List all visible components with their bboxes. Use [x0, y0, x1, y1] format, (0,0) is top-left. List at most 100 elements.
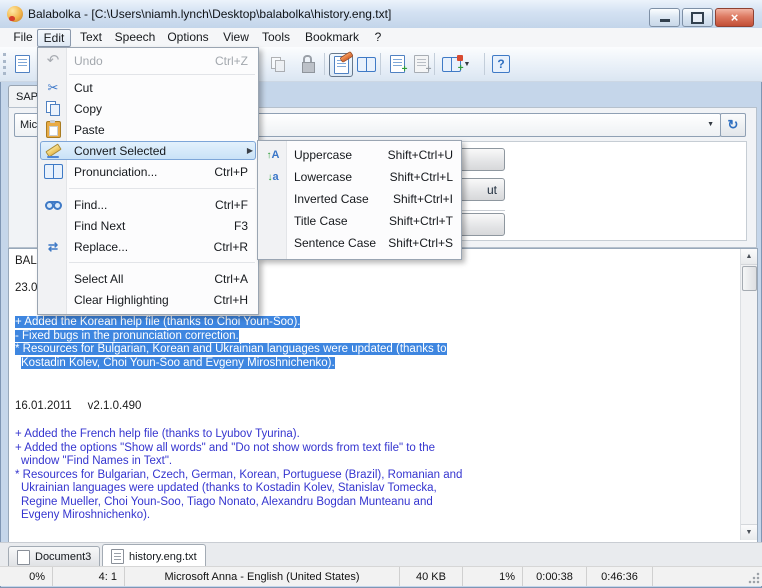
maximize-icon — [691, 12, 704, 24]
blank-document-icon — [17, 550, 30, 565]
menu-item-sentence-case[interactable]: Sentence Case Shift+Ctrl+S — [258, 232, 461, 254]
scroll-up-button[interactable]: ▲ — [741, 249, 757, 265]
toolbar-separator — [434, 53, 435, 75]
minimize-button[interactable] — [649, 8, 680, 27]
lock-icon — [302, 62, 315, 73]
tab-document3[interactable]: Document3 — [8, 546, 100, 568]
maximize-button[interactable] — [682, 8, 713, 27]
status-empty — [653, 567, 762, 586]
toolbar-grip[interactable] — [3, 53, 9, 75]
dropdown-arrow-icon: ▼ — [464, 61, 471, 68]
window-controls: × — [649, 8, 754, 27]
menu-item-clear-highlighting[interactable]: Clear Highlighting Ctrl+H — [38, 289, 258, 310]
refresh-voices-button[interactable]: ↻ — [720, 113, 746, 137]
application-window: Balabolka - [C:\Users\niamh.lynch\Deskto… — [0, 0, 762, 588]
selected-text-line: + Added the Korean help file (thanks to … — [15, 316, 300, 330]
menu-item-lowercase[interactable]: ↓a Lowercase Shift+Ctrl+L — [258, 166, 461, 188]
menu-separator — [69, 74, 255, 75]
dictionary-icon — [357, 57, 376, 72]
menu-tools[interactable]: Tools — [256, 29, 296, 45]
menu-item-replace[interactable]: ⇄ Replace... Ctrl+R — [38, 236, 258, 257]
menu-item-pronunciation[interactable]: Pronunciation... Ctrl+P — [38, 161, 258, 182]
status-bar: 0% 4: 1 Microsoft Anna - English (United… — [0, 566, 762, 586]
menu-file[interactable]: File — [8, 29, 38, 45]
menu-help[interactable]: ? — [368, 29, 388, 45]
status-elapsed-time: 0:00:38 — [523, 567, 587, 586]
scroll-up-icon: ▲ — [746, 253, 753, 260]
split-file-button[interactable] — [266, 52, 290, 76]
find-icon — [42, 199, 64, 210]
scrollbar-thumb[interactable] — [742, 266, 757, 291]
scroll-down-icon: ▼ — [746, 529, 753, 536]
menu-item-find-next[interactable]: Find Next F3 — [38, 215, 258, 236]
convert-selected-icon — [42, 144, 64, 158]
add-text-icon: + — [390, 55, 405, 73]
new-document-button[interactable] — [10, 52, 34, 76]
menu-options[interactable]: Options — [162, 29, 214, 45]
editor-line: window "Find Names in Text". — [21, 455, 172, 469]
text-mode-button[interactable] — [329, 53, 353, 77]
status-file-size: 40 KB — [400, 567, 463, 586]
help-button[interactable]: ? — [489, 52, 513, 76]
menu-item-title-case[interactable]: Title Case Shift+Ctrl+T — [258, 210, 461, 232]
menu-edit[interactable]: Edit — [37, 29, 71, 47]
menu-item-select-all[interactable]: Select All Ctrl+A — [38, 268, 258, 289]
add-text-gray-icon: + — [414, 55, 429, 73]
editor-line: Ukrainian languages were updated (thanks… — [21, 482, 437, 496]
menu-view[interactable]: View — [218, 29, 254, 45]
add-text-button[interactable]: + — [385, 52, 409, 76]
status-progress: 0% — [0, 567, 53, 586]
menu-speech[interactable]: Speech — [110, 29, 160, 45]
help-icon: ? — [492, 55, 510, 73]
undo-icon: ↶ — [42, 53, 64, 68]
replace-icon: ⇄ — [42, 241, 64, 253]
toolbar-separator — [484, 53, 485, 75]
menu-item-uppercase[interactable]: ↑A Uppercase Shift+Ctrl+U — [258, 144, 461, 166]
status-percent: 1% — [463, 567, 523, 586]
status-cursor-position: 4: 1 — [53, 567, 125, 586]
menu-text[interactable]: Text — [74, 29, 108, 45]
menu-item-paste[interactable]: Paste — [38, 119, 258, 140]
title-bar[interactable]: Balabolka - [C:\Users\niamh.lynch\Deskto… — [0, 0, 762, 28]
split-file-icon — [271, 57, 286, 72]
dictionary-button[interactable] — [354, 52, 378, 76]
editor-line: + Added the French help file (thanks to … — [15, 428, 300, 442]
menu-item-find[interactable]: Find... Ctrl+F — [38, 194, 258, 215]
pronunciation-icon — [42, 164, 64, 179]
add-text-disabled-button[interactable]: + — [409, 52, 433, 76]
close-button[interactable]: × — [715, 8, 754, 27]
editor-line: 23.0 — [15, 282, 37, 296]
app-icon[interactable] — [7, 6, 23, 22]
close-icon: × — [731, 11, 739, 24]
editor-line: + Added the options "Show all words" and… — [15, 442, 435, 456]
menu-separator — [69, 188, 255, 189]
text-document-icon — [111, 549, 124, 564]
lowercase-icon: ↓a — [262, 171, 284, 183]
scroll-down-button[interactable]: ▼ — [741, 524, 757, 540]
menu-item-inverted-case[interactable]: Inverted Case Shift+Ctrl+I — [258, 188, 461, 210]
voices-icon: + — [442, 57, 461, 72]
voices-dropdown-button[interactable]: + ▼ — [439, 52, 473, 76]
menu-item-copy[interactable]: Copy — [38, 98, 258, 119]
editor-line: BAL — [15, 255, 37, 269]
menu-item-convert-selected[interactable]: Convert Selected ▶ — [38, 140, 258, 161]
vertical-scrollbar[interactable]: ▲ ▼ — [740, 249, 757, 540]
window-title: Balabolka - [C:\Users\niamh.lynch\Deskto… — [28, 7, 391, 21]
selected-text-line: Kostadin Kolev, Choi Youn-Soo and Evgeny… — [21, 357, 335, 371]
status-voice-name: Microsoft Anna - English (United States) — [125, 567, 400, 586]
submenu-arrow-icon: ▶ — [247, 146, 253, 155]
menu-bar: File Edit Text Speech Options View Tools… — [0, 28, 762, 48]
uppercase-icon: ↑A — [262, 149, 284, 161]
lock-button[interactable] — [296, 52, 320, 76]
menu-bookmark[interactable]: Bookmark — [300, 29, 364, 45]
editor-line: 16.01.2011 v2.1.0.490 — [15, 400, 141, 414]
menu-item-cut[interactable]: ✂ Cut — [38, 77, 258, 98]
minimize-icon — [660, 19, 670, 22]
editor-line: Regine Mueller, Choi Youn-Soo, Tiago Non… — [21, 496, 433, 510]
new-document-icon — [15, 55, 30, 73]
menu-item-undo[interactable]: ↶ Undo Ctrl+Z — [38, 50, 258, 71]
resize-grip[interactable] — [748, 572, 760, 584]
selected-text-line: - Fixed bugs in the pronunciation correc… — [15, 330, 239, 344]
copy-icon — [42, 101, 64, 116]
toolbar-separator — [380, 53, 381, 75]
